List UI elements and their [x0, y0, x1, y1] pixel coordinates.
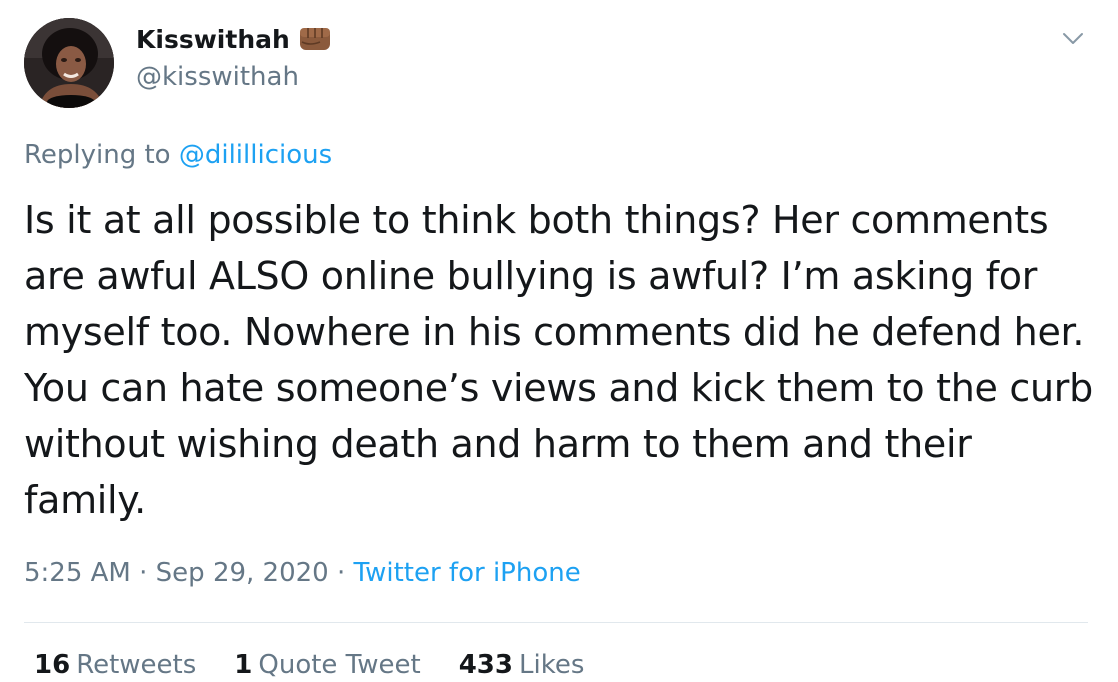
fist-emoji-icon: [298, 24, 332, 54]
meta-separator: ·: [139, 558, 148, 588]
tweet-stats: 16 Retweets 1 Quote Tweet 433 Likes: [34, 650, 584, 680]
chevron-down-icon[interactable]: [1060, 28, 1086, 48]
retweets-label: Retweets: [76, 650, 197, 680]
reply-mention-link[interactable]: @dilillicious: [179, 140, 332, 170]
retweets-count: 16: [34, 650, 71, 680]
likes-stat[interactable]: 433 Likes: [459, 650, 585, 680]
quote-tweets-count: 1: [234, 650, 253, 680]
tweet-text: Is it at all possible to think both thin…: [24, 198, 1093, 522]
display-name-text[interactable]: Kisswithah: [136, 25, 290, 54]
likes-count: 433: [458, 650, 513, 680]
replying-to: Replying to @dilillicious: [24, 140, 332, 170]
tweet-time[interactable]: 5:25 AM: [24, 558, 131, 588]
display-name[interactable]: Kisswithah: [136, 24, 332, 54]
tweet-source-link[interactable]: Twitter for iPhone: [354, 558, 581, 588]
user-handle[interactable]: @kisswithah: [136, 62, 299, 92]
tweet-date[interactable]: Sep 29, 2020: [156, 558, 329, 588]
retweets-stat[interactable]: 16 Retweets: [34, 650, 196, 680]
avatar[interactable]: [24, 18, 114, 108]
quote-tweets-stat[interactable]: 1 Quote Tweet: [234, 650, 420, 680]
likes-label: Likes: [519, 650, 585, 680]
replying-prefix: Replying to: [24, 140, 171, 170]
quote-tweets-label: Quote Tweet: [258, 650, 421, 680]
tweet-meta: 5:25 AM · Sep 29, 2020 · Twitter for iPh…: [24, 558, 581, 588]
meta-separator: ·: [337, 558, 346, 588]
divider: [24, 622, 1088, 623]
